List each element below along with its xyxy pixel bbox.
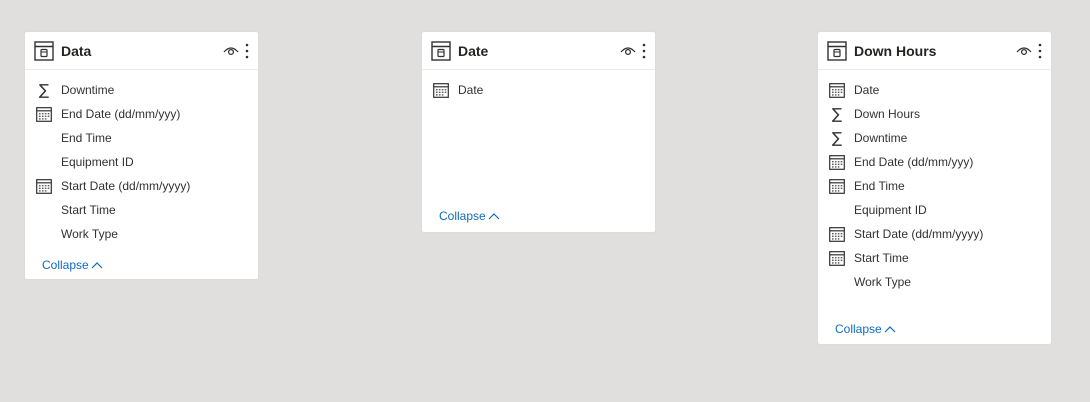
card-header[interactable]: Date xyxy=(422,32,655,70)
table-icon xyxy=(34,40,54,61)
collapse-link[interactable]: Collapse xyxy=(835,322,896,336)
collapse-label: Collapse xyxy=(42,258,89,272)
chevron-up-icon xyxy=(884,326,896,333)
field-label: End Date (dd/mm/yyy) xyxy=(61,107,181,121)
chevron-up-icon xyxy=(91,262,103,269)
field-row[interactable]: Date xyxy=(818,78,1051,102)
field-row[interactable]: Equipment ID xyxy=(25,150,258,174)
field-label: Equipment ID xyxy=(61,155,134,169)
field-row[interactable]: Work Type xyxy=(25,222,258,246)
field-row[interactable]: ∑ Downtime xyxy=(818,126,1051,150)
more-options-icon[interactable] xyxy=(1037,43,1043,59)
sigma-icon: ∑ xyxy=(38,81,50,99)
field-label: Work Type xyxy=(854,275,911,289)
field-row[interactable]: Work Type xyxy=(818,270,1051,294)
field-label: End Time xyxy=(61,131,112,145)
field-list: Date ∑ Down Hours ∑ Downtime End Date (d… xyxy=(818,70,1051,294)
card-title: Down Hours xyxy=(854,42,937,59)
field-row[interactable]: ∑ Downtime xyxy=(25,78,258,102)
field-row[interactable]: End Date (dd/mm/yyy) xyxy=(818,150,1051,174)
calendar-icon xyxy=(829,82,845,98)
field-row[interactable]: Start Date (dd/mm/yyyy) xyxy=(818,222,1051,246)
field-label: Down Hours xyxy=(854,107,921,121)
field-row[interactable]: ∑ Down Hours xyxy=(818,102,1051,126)
calendar-icon xyxy=(36,106,52,122)
field-list: ∑ Downtime End Date (dd/mm/yyy) End Time… xyxy=(25,70,258,246)
collapse-label: Collapse xyxy=(439,209,486,223)
field-row[interactable]: Start Date (dd/mm/yyyy) xyxy=(25,174,258,198)
more-options-icon[interactable] xyxy=(641,43,647,59)
field-label: Date xyxy=(854,83,880,97)
field-row[interactable]: Start Time xyxy=(25,198,258,222)
calendar-icon xyxy=(829,178,845,194)
collapse-label: Collapse xyxy=(835,322,882,336)
field-label: Equipment ID xyxy=(854,203,927,217)
sigma-icon: ∑ xyxy=(831,105,843,123)
card-title: Data xyxy=(61,42,92,59)
card-title: Date xyxy=(458,42,489,59)
card-header[interactable]: Down Hours xyxy=(818,32,1051,70)
table-card-down-hours[interactable]: Down Hours Date ∑ Down Hours ∑ Downtime xyxy=(818,32,1051,344)
collapse-link[interactable]: Collapse xyxy=(439,209,500,223)
field-label: Work Type xyxy=(61,227,118,241)
field-label: Downtime xyxy=(854,131,908,145)
calendar-icon xyxy=(433,82,449,98)
field-label: Date xyxy=(458,83,484,97)
field-label: Start Date (dd/mm/yyyy) xyxy=(854,227,984,241)
calendar-icon xyxy=(829,250,845,266)
field-label: Start Time xyxy=(61,203,116,217)
calendar-icon xyxy=(829,154,845,170)
calendar-icon xyxy=(36,178,52,194)
field-label: End Date (dd/mm/yyy) xyxy=(854,155,974,169)
eye-icon[interactable] xyxy=(1016,45,1032,57)
field-row[interactable]: Equipment ID xyxy=(818,198,1051,222)
table-icon xyxy=(431,40,451,61)
field-row[interactable]: Start Time xyxy=(818,246,1051,270)
eye-icon[interactable] xyxy=(620,45,636,57)
sigma-icon: ∑ xyxy=(831,129,843,147)
calendar-icon xyxy=(829,226,845,242)
field-row[interactable]: End Time xyxy=(818,174,1051,198)
field-label: End Time xyxy=(854,179,905,193)
field-list: Date xyxy=(422,70,655,102)
card-header[interactable]: Data xyxy=(25,32,258,70)
field-label: Start Date (dd/mm/yyyy) xyxy=(61,179,191,193)
field-row[interactable]: End Date (dd/mm/yyy) xyxy=(25,102,258,126)
field-label: Start Time xyxy=(854,251,909,265)
table-card-data[interactable]: Data ∑ Downtime End Date (dd/mm/yyy) End… xyxy=(25,32,258,279)
table-icon xyxy=(827,40,847,61)
field-label: Downtime xyxy=(61,83,115,97)
table-card-date[interactable]: Date Date Collapse xyxy=(422,32,655,232)
field-row[interactable]: End Time xyxy=(25,126,258,150)
eye-icon[interactable] xyxy=(223,45,239,57)
more-options-icon[interactable] xyxy=(244,43,250,59)
field-row[interactable]: Date xyxy=(422,78,655,102)
chevron-up-icon xyxy=(488,213,500,220)
collapse-link[interactable]: Collapse xyxy=(42,258,103,272)
